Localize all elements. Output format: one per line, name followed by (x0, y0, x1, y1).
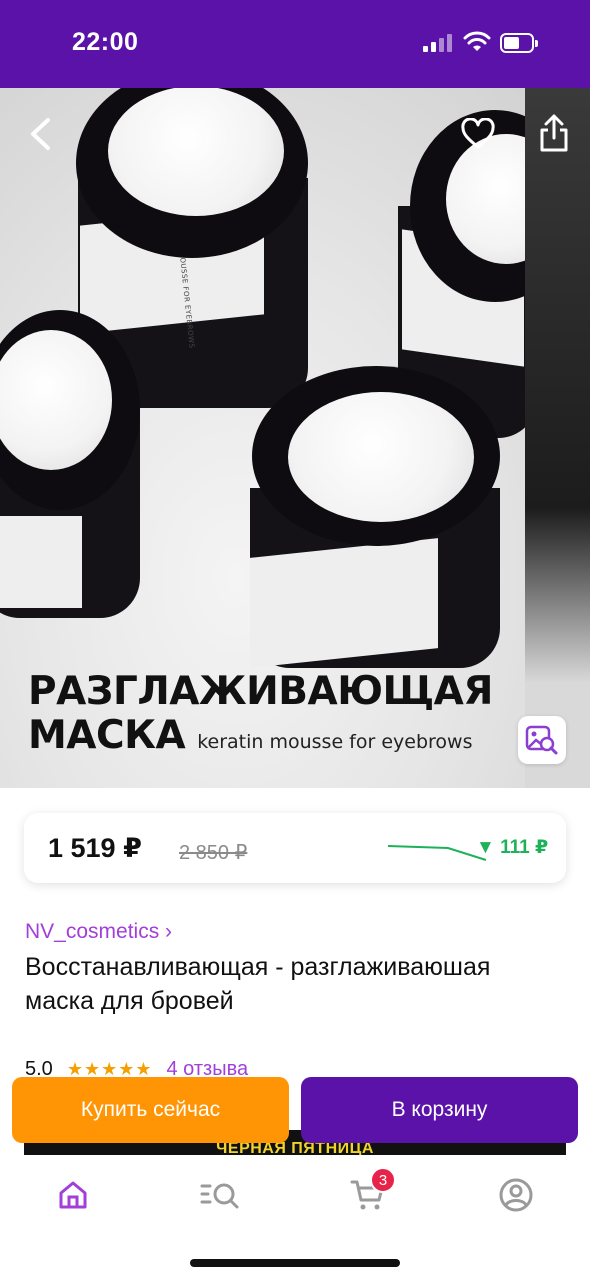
status-time: 22:00 (72, 28, 139, 56)
product-title: Восстанавливающая - разглаживаюшая маска… (25, 953, 491, 1015)
cream (288, 392, 474, 522)
hero-title: РАЗГЛАЖИВАЮЩАЯ МАСКА keratin mousse for … (28, 670, 493, 764)
image-search-icon (525, 725, 558, 755)
share-icon (540, 114, 568, 152)
hero-subtitle: keratin mousse for eyebrows (197, 731, 473, 753)
favorite-button[interactable] (456, 114, 500, 154)
hero-title-line1: РАЗГЛАЖИВАЮЩАЯ (28, 669, 493, 714)
chevron-left-icon (31, 118, 50, 150)
cellular-signal-icon (423, 34, 452, 52)
buy-now-button[interactable]: Купить сейчас (12, 1077, 289, 1143)
tab-profile[interactable] (486, 1173, 546, 1217)
battery-icon (500, 33, 538, 53)
price-current: 1 519 ₽ (48, 833, 142, 863)
product-image[interactable]: KERATIN MOUSSE FOR EYEBROWS РАЗГЛАЖИВАЮЩ… (0, 88, 590, 788)
price-card[interactable]: 1 519 ₽ 2 850 ₽ ▼ 111 ₽ (24, 813, 566, 883)
next-image-preview (525, 88, 590, 788)
catalog-search-icon (200, 1183, 239, 1209)
jar-label (250, 538, 438, 668)
cart-badge: 3 (370, 1167, 396, 1193)
tab-catalog[interactable] (190, 1173, 250, 1217)
tab-home[interactable] (43, 1173, 103, 1217)
cream (108, 88, 284, 216)
price-trend-line (387, 845, 487, 861)
back-button[interactable] (20, 112, 60, 156)
wifi-icon (463, 31, 491, 51)
heart-icon (461, 118, 495, 149)
price-drop: ▼ 111 ₽ (476, 837, 549, 858)
hero-title-line2-row: МАСКА keratin mousse for eyebrows (28, 714, 493, 764)
share-button[interactable] (534, 110, 574, 156)
home-indicator (190, 1259, 400, 1267)
price-old: 2 850 ₽ (179, 842, 248, 864)
status-bar: 22:00 (0, 0, 590, 88)
seller-link[interactable]: NV_cosmetics › (25, 920, 172, 944)
profile-icon (499, 1178, 533, 1212)
visual-search-button[interactable] (518, 716, 566, 764)
hero-title-line2: МАСКА (28, 713, 186, 758)
jar-label (0, 516, 82, 608)
home-icon (59, 1181, 87, 1209)
add-to-cart-button[interactable]: В корзину (301, 1077, 578, 1143)
